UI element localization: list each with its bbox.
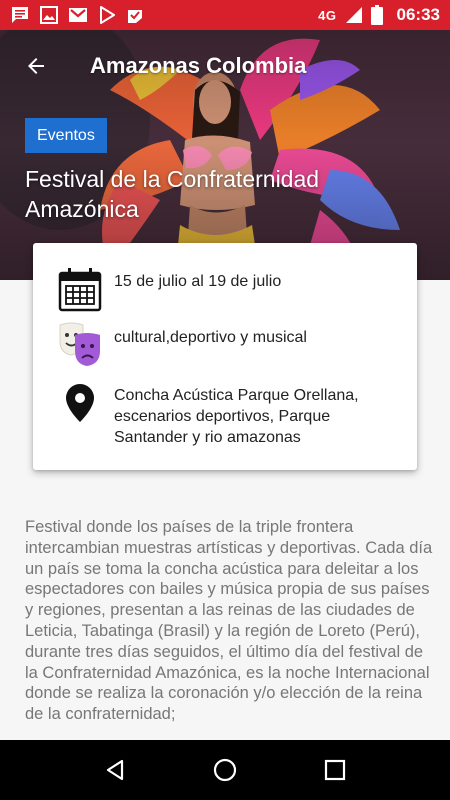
event-title: Festival de la Confraternidad Amazónica [25,166,320,222]
message-icon [12,7,28,23]
category-badge: Eventos [25,118,107,153]
status-bar: 4G 06:33 [0,0,450,30]
calendar-icon [57,267,103,313]
image-icon [40,6,58,24]
nav-recents-button[interactable] [310,745,360,795]
clock: 06:33 [396,5,440,24]
notification-icons [10,5,144,25]
app-title: Amazonas Colombia [90,53,307,78]
app-bar: Amazonas Colombia [0,30,450,102]
event-type: cultural,deportivo y musical [114,329,307,346]
signal-icon [345,7,362,23]
navigation-bar [0,740,450,800]
gmail-icon [69,8,87,22]
location-pin-icon [57,383,103,423]
play-store-icon [100,6,115,24]
event-description: Festival donde los países de la triple f… [25,518,433,724]
nav-back-button[interactable] [90,745,140,795]
network-label: 4G [318,7,337,23]
event-location: Concha Acústica Parque Orellana, escenar… [114,387,359,446]
back-nav-icon [106,759,124,781]
home-nav-icon [213,758,237,782]
check-icon [128,10,142,23]
theater-masks-icon [57,321,103,367]
back-button[interactable] [8,38,64,94]
info-card: 15 de julio al 19 de julio cultural,depo… [33,243,417,470]
event-date: 15 de julio al 19 de julio [114,273,282,290]
recents-nav-icon [324,759,346,781]
nav-home-button[interactable] [200,745,250,795]
system-status: 4G 06:33 [318,5,440,25]
arrow-back-icon [28,58,44,74]
battery-icon [370,5,383,25]
